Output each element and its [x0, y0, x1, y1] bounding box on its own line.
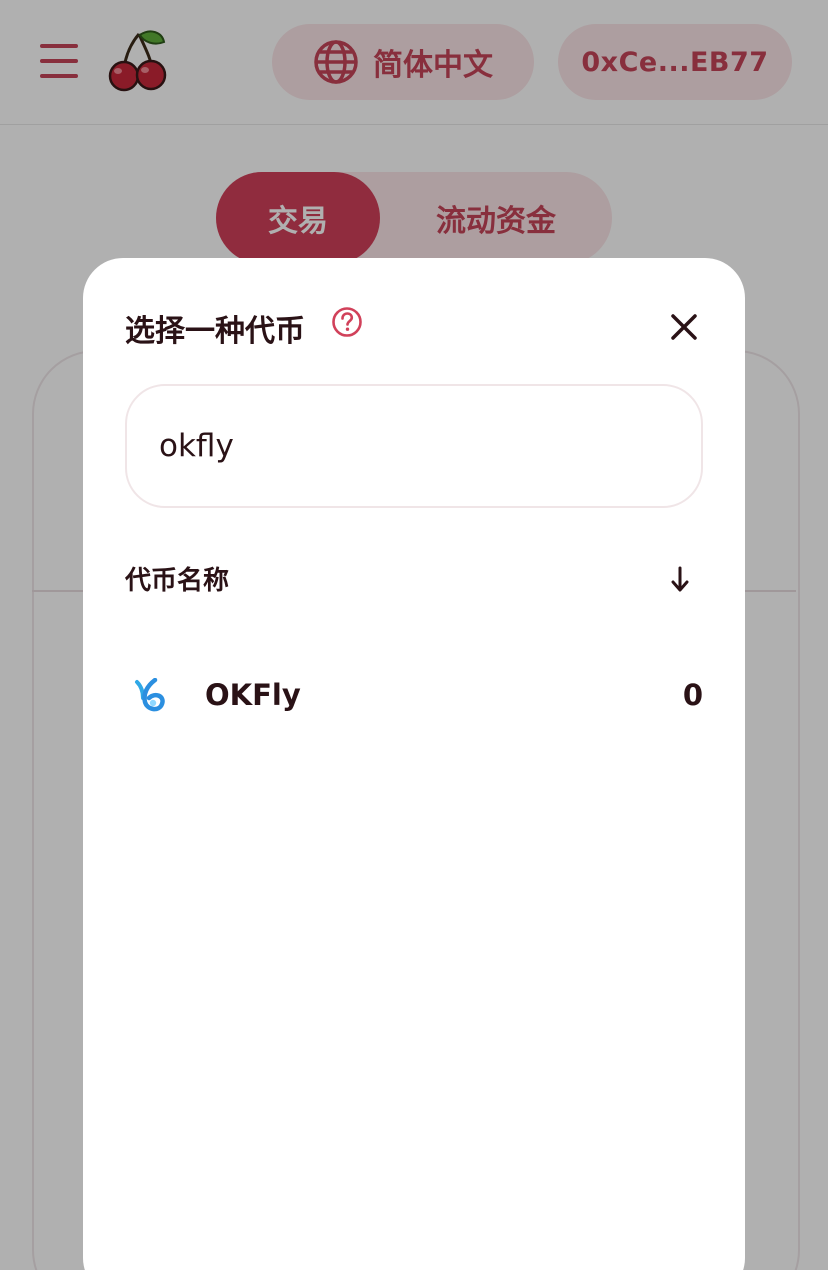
- token-list-item[interactable]: OKFly 0: [125, 664, 705, 728]
- token-search-input[interactable]: [125, 384, 703, 508]
- modal-title: 选择一种代币: [125, 314, 305, 349]
- token-name: OKFly: [205, 678, 301, 712]
- question-icon[interactable]: [331, 306, 363, 338]
- token-name-column-header: 代币名称: [125, 566, 230, 596]
- close-icon[interactable]: [667, 310, 701, 344]
- sort-arrow-down-icon[interactable]: [669, 564, 691, 594]
- token-balance: 0: [682, 678, 703, 712]
- token-select-modal: 选择一种代币 代币名称 OKFly 0: [83, 258, 745, 1270]
- okfly-logo-icon: [135, 678, 165, 712]
